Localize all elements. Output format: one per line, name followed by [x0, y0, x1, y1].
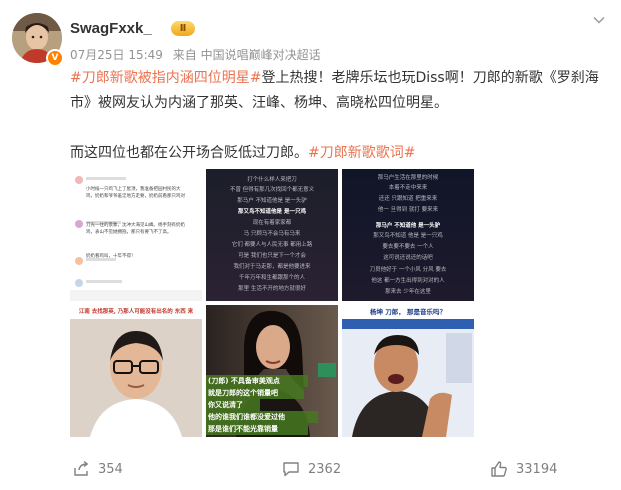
vip-icon: V: [46, 49, 64, 67]
timestamp[interactable]: 07月25日 15:49: [70, 48, 163, 62]
chat-line: 鸡，奶奶和爷爷羞涩地方走要，奶奶前看那只鸡对: [86, 194, 185, 199]
chat-line: 奶奶看鸡叫，十年不得！: [86, 254, 136, 259]
post-paragraph-2: 而这四位也都在公开场合贬低过刀郎。#刀郎新歌歌词#: [70, 141, 606, 166]
lyric-line: 那来去 少年在这里: [385, 289, 431, 295]
chat-line: 刀光一往的景象，沈冲大海见山峰。杨手刻有奶奶: [86, 223, 185, 228]
lyric-line: 那又鸟不知道 他是 是一只鸡: [373, 233, 443, 239]
username[interactable]: SwagFxxk_: [70, 20, 152, 37]
image-woman-tv[interactable]: (刀郎) 不具备审美观点 就是刀郎的这个销量吧 你又说清了 他的谁我们谁都没爱过…: [206, 305, 338, 437]
repost-icon: [74, 460, 89, 476]
lyric-line: 他这 都一方生出得到对对的人: [371, 278, 445, 284]
like-count: 33194: [516, 461, 558, 477]
lyric-line: 刀员他好于 一个小风 分风 要去: [369, 267, 447, 273]
comment-button[interactable]: 2362: [282, 460, 341, 478]
post-meta: 07月25日 15:49 来自 中国说唱巅峰对决超话: [70, 46, 327, 63]
subtitle-line: 那是谁们不能光靠销量: [206, 423, 308, 435]
image-lyrics-2[interactable]: 那马户生活在那里的时候 本着不走中来来 还还 只跟知道 把重来来 他一 旦得到 …: [342, 169, 474, 301]
subtitle-line: (刀郎) 不具备审美观点: [206, 375, 308, 387]
repost-button[interactable]: 354: [72, 460, 123, 478]
hashtag-link[interactable]: #刀郎新歌被指内涵四位明星#: [70, 70, 261, 86]
lyric-line-current: 那马户 不知道他 是一头驴: [375, 223, 441, 229]
lyric-line-current: 那又鸟不知道他是 是一只鸡: [238, 209, 306, 215]
post-footer: 354 2362 33194: [0, 460, 621, 484]
lyric-line: 这可说还说还的话吧: [383, 255, 433, 261]
lyric-line: 那马户 不知道他是 是一头驴: [237, 198, 307, 204]
lyric-line: 马 只顾马不会马有马来: [243, 231, 301, 237]
lyric-line: 本着不走中来来: [388, 185, 428, 191]
lyric-line: 不曾 但得有那几次找回个都无意义: [229, 187, 315, 193]
hashtag-link[interactable]: #刀郎新歌歌词#: [308, 145, 415, 161]
lyric-line: 那马户生活在那里的时候: [377, 175, 439, 181]
image-lyrics-1[interactable]: 打个什么样人来把刀 不曾 但得有那几次找回个都无意义 那马户 不知道他是 是一头…: [206, 169, 338, 301]
subtitle-list: (刀郎) 不具备审美观点 就是刀郎的这个销量吧 你又说清了 他的谁我们谁都没爱过…: [206, 375, 338, 435]
chevron-down-icon[interactable]: [591, 12, 607, 28]
subtitle-line: 就是刀郎的这个销量吧: [206, 387, 304, 399]
comment-count: 2362: [308, 461, 342, 477]
post-text-line: 而这四位也都在公开场合贬低过刀郎。: [70, 145, 308, 161]
lyric-line: 打个什么样人来把刀: [247, 177, 297, 183]
lyric-line: 它们 都要人与人民无事 都用上路: [231, 242, 313, 248]
level-badge[interactable]: Ⅱ: [171, 21, 195, 36]
lyric-line: 要去要不要去 一个人: [382, 244, 434, 250]
chat-text: 小时候一只鸡飞上了屋顶，我准备把园村民的大 鸡，奶奶和爷爷羞涩地方走要，奶奶前看…: [86, 186, 198, 260]
subtitle-line: 他的谁我们谁都没爱过他: [206, 411, 318, 423]
man-shouting-art: [342, 319, 474, 437]
lyric-line: 千年万年和生都跟那个的人: [238, 275, 305, 281]
lyric-line: 他一 旦得到 就打 要来来: [377, 207, 439, 213]
image-caption: 杨坤 刀郎， 那是音乐吗？: [342, 305, 474, 319]
image-chat-screenshot[interactable]: 小时候一只鸡飞上了屋顶，我准备把园村民的大 鸡，奶奶和爷爷羞涩地方走要，奶奶前看…: [70, 169, 202, 301]
like-icon: [491, 461, 507, 477]
comment-icon: [283, 462, 299, 477]
post-source[interactable]: 来自 中国说唱巅峰对决超话: [173, 48, 321, 62]
subtitle-line: 你又说清了: [206, 399, 260, 411]
post-text: #刀郎新歌被指内涵四位明星#登上热搜！老牌乐坛也玩Diss啊！刀郎的新歌《罗刹海…: [70, 66, 606, 166]
chat-line: 小时候一只鸡飞上了屋顶，我准备把园村民的大: [86, 187, 181, 192]
chat-line: 鸡，表山不见她拥抱，那只有要飞不了高。: [86, 230, 172, 235]
lyric-line: 还还 只跟知道 把重来来: [378, 196, 438, 202]
image-caption: 江南 去找那英, 乃那人可能没有出名的 东西 来: [70, 305, 202, 319]
image-man-shouting[interactable]: 杨坤 刀郎， 那是音乐吗？: [342, 305, 474, 437]
image-man-glasses[interactable]: 江南 去找那英, 乃那人可能没有出名的 东西 来: [70, 305, 202, 437]
lyric-line: 我们对于马走那，都是他要进来: [233, 264, 311, 270]
lyric-line: 可是 我们也只是下一个才会: [238, 253, 306, 259]
lyric-line: 那里 生活不开的地方就很好: [238, 286, 306, 292]
like-button[interactable]: 33194: [490, 460, 557, 478]
post-paragraph-1: #刀郎新歌被指内涵四位明星#登上热搜！老牌乐坛也玩Diss啊！刀郎的新歌《罗刹海…: [70, 66, 606, 116]
lyric-line: 现在有着家家都: [252, 220, 292, 226]
repost-count: 354: [98, 461, 123, 477]
man-glasses-art: [70, 319, 202, 437]
